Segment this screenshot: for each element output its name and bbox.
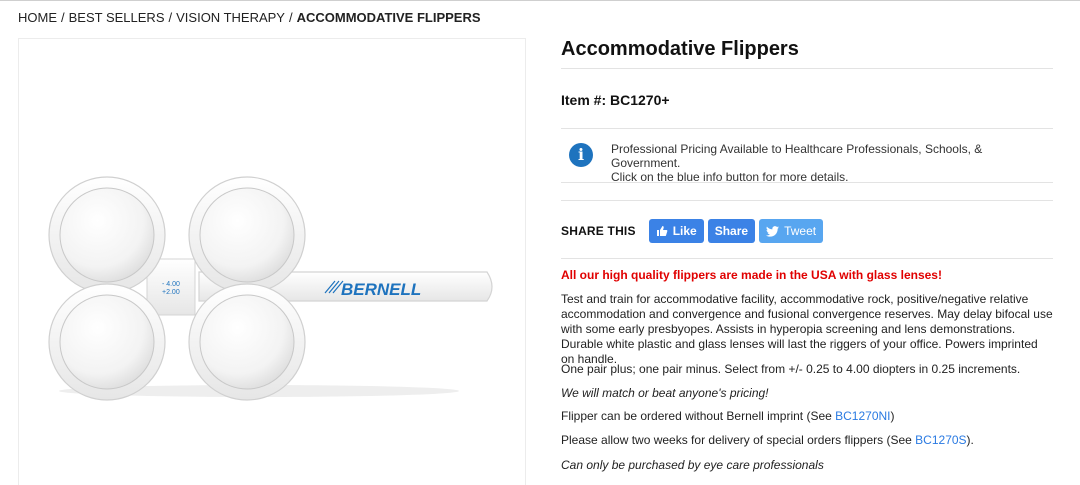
breadcrumb: HOME / BEST SELLERS / VISION THERAPY / ACCOMMO… bbox=[18, 10, 481, 25]
usa-made-notice: All our high quality flippers are made i… bbox=[561, 268, 942, 282]
professional-pricing-note: Professional Pricing Available to Health… bbox=[611, 142, 1041, 184]
svg-text:BERNELL: BERNELL bbox=[341, 280, 421, 299]
divider bbox=[561, 200, 1053, 201]
divider bbox=[561, 128, 1053, 129]
like-label: Like bbox=[672, 224, 697, 238]
imprint-note: Flipper can be ordered without Bernell i… bbox=[561, 409, 895, 423]
breadcrumb-separator: / bbox=[288, 10, 293, 25]
product-title: Accommodative Flippers bbox=[561, 38, 799, 60]
breadcrumb-separator: / bbox=[61, 10, 65, 25]
divider bbox=[561, 182, 1053, 183]
item-label: Item #: bbox=[561, 92, 607, 108]
facebook-like-button[interactable]: Like bbox=[648, 219, 704, 243]
breadcrumb-separator: / bbox=[168, 10, 173, 25]
tweet-label: Tweet bbox=[784, 224, 817, 238]
flipper-illustration: - 4.00 +2.00 BERNELL bbox=[48, 176, 493, 401]
product-image[interactable]: - 4.00 +2.00 BERNELL bbox=[18, 38, 526, 485]
price-match-note: We will match or beat anyone's pricing! bbox=[561, 386, 769, 400]
breadcrumb-best-sellers[interactable]: BEST SELLERS bbox=[69, 10, 165, 25]
eye-care-restriction: Can only be purchased by eye care profes… bbox=[561, 458, 824, 472]
share-label: SHARE THIS bbox=[561, 224, 636, 238]
delivery-note: Please allow two weeks for delivery of s… bbox=[561, 433, 974, 447]
breadcrumb-current: ACCOMMODATIVE FLIPPERS bbox=[296, 10, 481, 25]
breadcrumb-vision-therapy[interactable]: VISION THERAPY bbox=[176, 10, 285, 25]
thumbs-up-icon bbox=[656, 226, 668, 236]
twitter-bird-icon bbox=[766, 225, 780, 237]
pricing-line-1: Professional Pricing Available to Health… bbox=[611, 142, 983, 170]
item-value: BC1270+ bbox=[610, 92, 670, 108]
power-plus-label: +2.00 bbox=[162, 289, 180, 296]
info-icon[interactable]: i bbox=[569, 143, 593, 167]
item-number: Item #: BC1270+ bbox=[561, 92, 670, 108]
pairs-note: One pair plus; one pair minus. Select fr… bbox=[561, 362, 1021, 376]
divider bbox=[561, 68, 1053, 69]
facebook-share-button[interactable]: Share bbox=[707, 219, 756, 243]
power-minus-label: - 4.00 bbox=[162, 281, 180, 288]
share-bar: SHARE THIS Like Share Tweet bbox=[561, 219, 827, 243]
breadcrumb-home[interactable]: HOME bbox=[18, 10, 57, 25]
tweet-button[interactable]: Tweet bbox=[759, 219, 824, 243]
bc1270ni-link[interactable]: BC1270NI bbox=[835, 409, 890, 423]
share-button-label: Share bbox=[714, 224, 749, 238]
bc1270s-link[interactable]: BC1270S bbox=[915, 433, 966, 447]
product-description: Test and train for accommodative facilit… bbox=[561, 292, 1053, 366]
top-divider bbox=[0, 0, 1080, 1]
divider bbox=[561, 258, 1053, 259]
